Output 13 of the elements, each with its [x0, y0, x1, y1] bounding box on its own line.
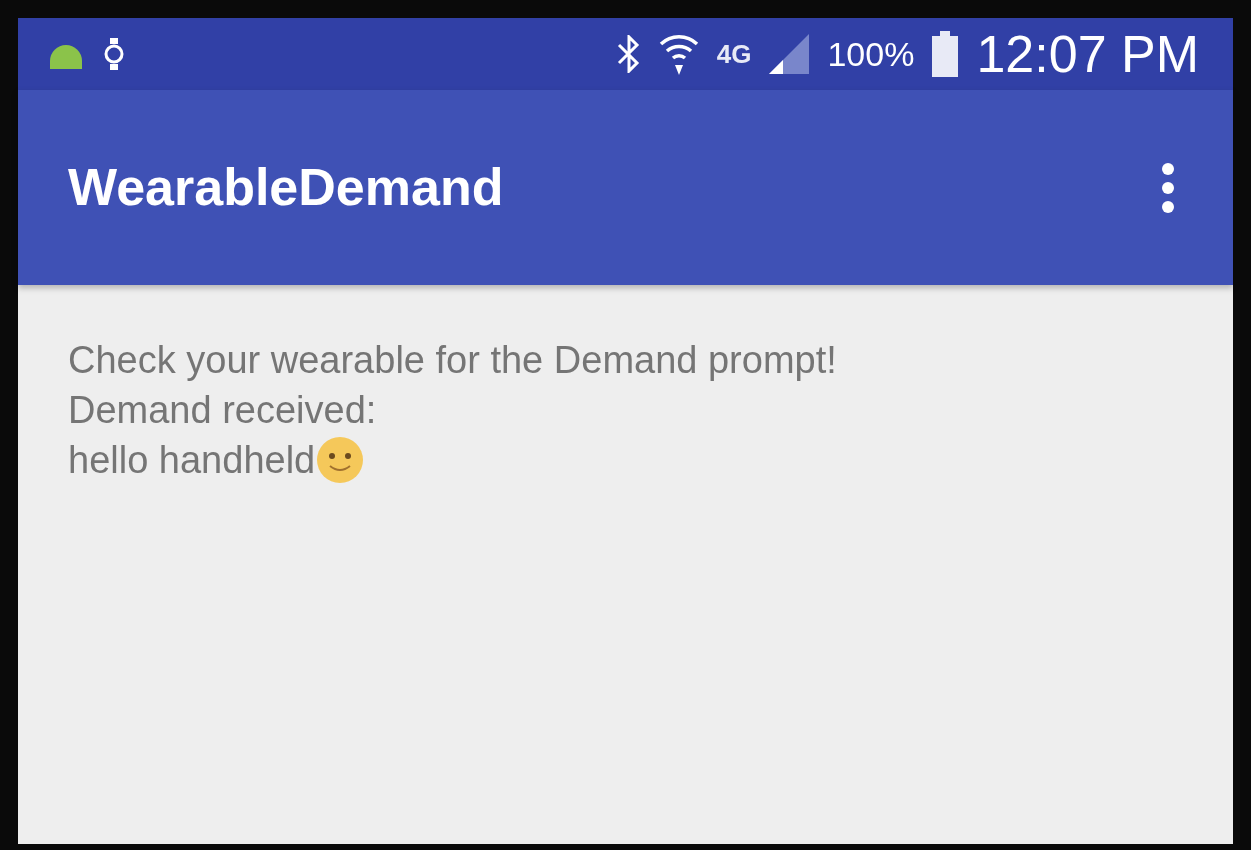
app-title: WearableDemand — [68, 157, 504, 219]
clock-time: 12:07 PM — [976, 28, 1199, 80]
network-type-label: 4G — [716, 41, 752, 67]
battery-percentage: 100% — [827, 37, 915, 71]
wifi-icon — [658, 32, 699, 76]
more-options-icon — [1161, 161, 1175, 214]
message-text: Demand received: — [68, 388, 377, 433]
watch-icon — [104, 38, 124, 70]
message-text: Check your wearable for the Demand prompt! — [68, 338, 837, 383]
bluetooth-icon — [616, 35, 641, 73]
battery-icon — [932, 31, 959, 77]
signal-icon — [769, 34, 810, 74]
message-text: hello handheld — [68, 438, 316, 483]
